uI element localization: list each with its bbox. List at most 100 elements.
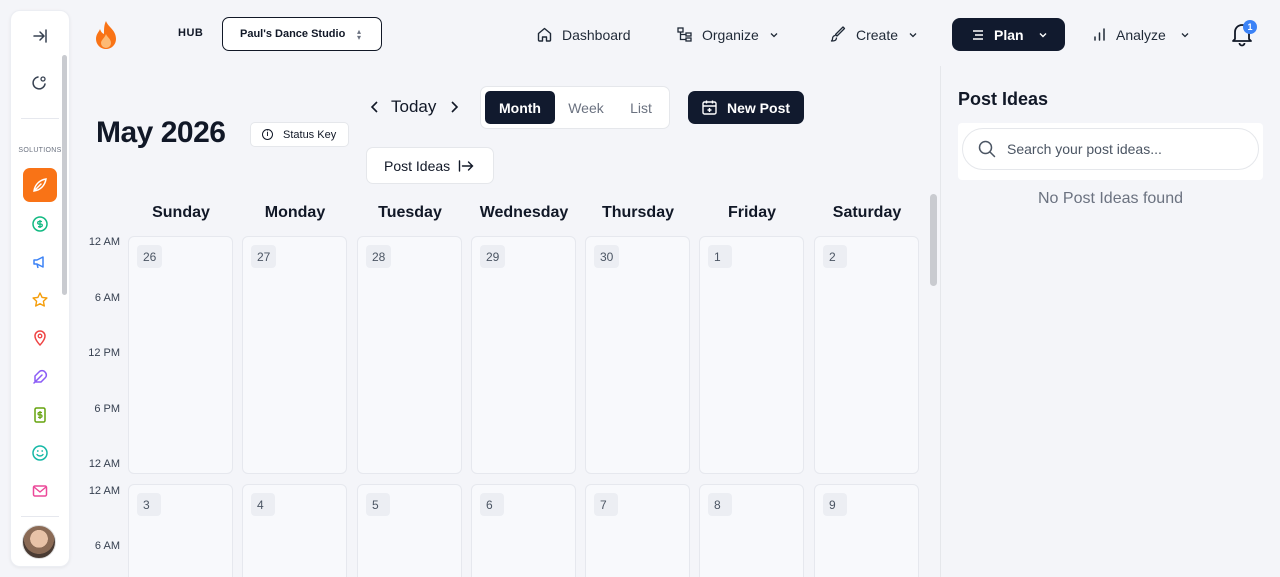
view-list-tab[interactable]: List (617, 91, 665, 124)
list-lines-icon (973, 29, 983, 40)
left-sidebar: SOLUTIONS (10, 10, 70, 567)
studio-selector[interactable]: Paul's Dance Studio ▴ ▾ (222, 17, 382, 51)
day-number: 9 (823, 493, 847, 516)
sidebar-scrollbar[interactable] (62, 55, 67, 295)
status-key-label: Status Key (283, 128, 337, 141)
search-input[interactable] (1007, 141, 1247, 157)
calendar-plus-icon (702, 100, 717, 115)
sidebar-item-social[interactable] (23, 168, 57, 202)
mail-icon (32, 485, 48, 497)
today-button[interactable]: Today (391, 97, 436, 117)
theme-toggle-button[interactable] (11, 67, 69, 97)
day-number: 2 (823, 245, 847, 268)
day-number: 6 (480, 493, 504, 516)
theme-toggle-icon (32, 76, 46, 90)
leaf-icon (33, 178, 47, 192)
smile-icon (32, 445, 48, 461)
arrow-right-to-bar-icon (458, 159, 474, 172)
day-header-tuesday: Tuesday (378, 204, 442, 221)
time-label: 12 AM (88, 236, 120, 248)
calendar-scrollbar[interactable] (930, 194, 937, 286)
day-number: 28 (366, 245, 392, 268)
day-number: 27 (251, 245, 277, 268)
status-key-button[interactable]: i Status Key (250, 122, 349, 147)
calendar-day-cell[interactable]: 1 (699, 236, 804, 474)
day-number: 3 (137, 493, 161, 516)
chevron-up-down-icon: ▴ ▾ (356, 27, 361, 42)
star-icon (32, 292, 48, 307)
calendar-day-cell[interactable]: 2 (814, 236, 919, 474)
chevron-down-icon (1181, 32, 1189, 37)
day-number: 30 (594, 245, 620, 268)
sidebar-item-billing[interactable] (23, 398, 57, 432)
day-header-monday: Monday (264, 204, 326, 221)
studio-name: Paul's Dance Studio (240, 28, 346, 40)
post-ideas-search[interactable] (962, 128, 1259, 170)
post-ideas-toggle-button[interactable]: Post Ideas (366, 147, 494, 184)
collapse-sidebar-button[interactable] (11, 21, 69, 51)
sidebar-item-email[interactable] (23, 474, 57, 508)
day-header-thursday: Thursday (601, 204, 674, 221)
sidebar-item-customers[interactable] (23, 436, 57, 470)
sidebar-item-locations[interactable] (23, 321, 57, 355)
notification-badge: 1 (1243, 20, 1257, 34)
view-month-tab[interactable]: Month (485, 91, 555, 124)
sidebar-item-payments[interactable] (23, 207, 57, 241)
calendar-day-cell[interactable]: 29 (471, 236, 576, 474)
sidebar-item-reviews[interactable] (23, 283, 57, 317)
calendar-day-cell[interactable]: 5 (357, 484, 462, 577)
calendar-month-title: May 2026 (96, 116, 226, 149)
day-number: 7 (594, 493, 618, 516)
calendar-day-cell[interactable]: 8 (699, 484, 804, 577)
nav-create[interactable]: Create (830, 18, 918, 51)
day-number: 5 (366, 493, 390, 516)
brush-icon (830, 26, 846, 42)
day-number: 29 (480, 245, 506, 268)
day-number: 4 (251, 493, 275, 516)
day-header-saturday: Saturday (832, 204, 902, 221)
flame-logo-icon[interactable] (93, 20, 119, 50)
sidebar-item-marketing[interactable] (23, 245, 57, 279)
chevron-right-icon[interactable] (447, 98, 461, 116)
divider (21, 118, 59, 119)
calendar-day-cell[interactable]: 4 (242, 484, 347, 577)
time-label: 6 AM (94, 540, 120, 552)
calendar-day-cell[interactable]: 9 (814, 484, 919, 577)
day-header-friday: Friday (727, 204, 776, 221)
nav-create-label: Create (856, 26, 899, 43)
calendar-day-cell[interactable]: 26 (128, 236, 233, 474)
time-label: 12 AM (88, 485, 120, 497)
chevron-down-icon (770, 32, 778, 37)
calendar-day-cell[interactable]: 30 (585, 236, 690, 474)
calendar-day-cell[interactable]: 27 (242, 236, 347, 474)
nav-dashboard[interactable]: Dashboard (536, 18, 631, 51)
post-ideas-title: Post Ideas (958, 89, 1049, 109)
nav-dashboard-label: Dashboard (562, 26, 631, 43)
time-label: 6 PM (94, 403, 120, 415)
nav-organize[interactable]: Organize (676, 18, 779, 51)
day-header-wednesday: Wednesday (479, 204, 569, 221)
search-icon (978, 140, 996, 158)
calendar-day-cell[interactable]: 3 (128, 484, 233, 577)
collapse-sidebar-icon (33, 29, 47, 43)
empty-state-text: No Post Ideas found (1038, 190, 1183, 207)
home-icon (537, 27, 552, 42)
post-ideas-button-label: Post Ideas (384, 157, 451, 174)
nav-analyze[interactable]: Analyze (1092, 18, 1190, 51)
new-post-button[interactable]: New Post (688, 91, 804, 124)
divider (21, 516, 59, 517)
calendar-day-cell[interactable]: 7 (585, 484, 690, 577)
calendar-day-cell[interactable]: 6 (471, 484, 576, 577)
nav-organize-label: Organize (702, 26, 759, 43)
calendar-day-cell[interactable]: 28 (357, 236, 462, 474)
dollar-circle-icon (32, 216, 48, 232)
time-label: 12 AM (88, 458, 120, 470)
nav-plan[interactable]: Plan (952, 18, 1065, 51)
sidebar-item-content[interactable] (23, 360, 57, 394)
view-week-tab[interactable]: Week (558, 91, 614, 124)
user-avatar[interactable] (22, 525, 56, 559)
chevron-left-icon[interactable] (368, 98, 382, 116)
nav-analyze-label: Analyze (1116, 26, 1166, 43)
view-switcher: Month Week List (480, 86, 670, 129)
map-pin-icon (34, 330, 46, 347)
